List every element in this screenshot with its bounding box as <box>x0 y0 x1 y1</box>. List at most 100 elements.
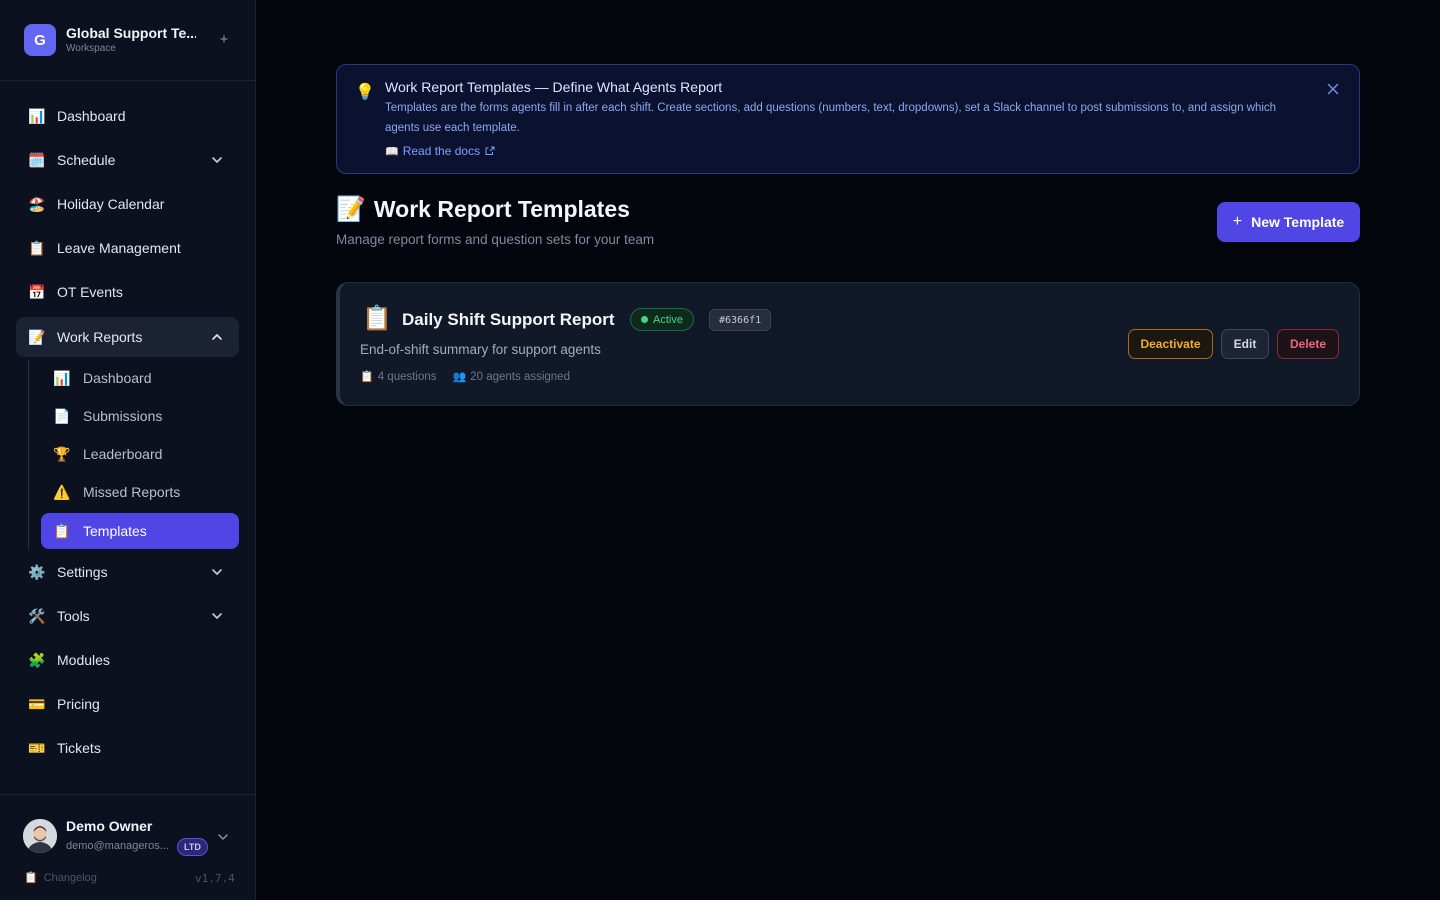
gear-icon: ⚙️ <box>28 563 46 580</box>
workspace-subtitle: Workspace <box>66 43 116 54</box>
subnav-item-templates[interactable]: 📋 Templates <box>41 513 239 549</box>
user-email: demo@manageros... <box>66 840 169 852</box>
nav-item-label: Dashboard <box>57 108 126 124</box>
book-icon: 📖 <box>385 145 399 158</box>
nav-item-pricing[interactable]: 💳 Pricing <box>16 684 239 724</box>
info-banner: 💡 Work Report Templates — Define What Ag… <box>336 64 1360 174</box>
template-name: Daily Shift Support Report <box>402 310 615 329</box>
nav-item-dashboard[interactable]: 📊 Dashboard <box>16 96 239 136</box>
nav-item-label: Pricing <box>57 696 100 712</box>
nav-item-label: OT Events <box>57 284 123 300</box>
date-icon: 📅 <box>28 283 46 300</box>
read-docs-label: Read the docs <box>402 144 481 158</box>
page-subtitle: Manage report forms and question sets fo… <box>336 232 655 247</box>
chevron-down-icon[interactable] <box>215 829 231 845</box>
banner-text: Templates are the forms agents fill in a… <box>385 102 1277 134</box>
workspace-header[interactable]: G Global Support Te... Workspace + <box>0 0 255 81</box>
clipboard-icon: 📋 <box>360 371 374 383</box>
chevron-down-icon <box>209 564 225 580</box>
status-dot-icon <box>641 316 648 323</box>
nav-item-label: Settings <box>57 564 108 580</box>
nav-item-settings[interactable]: ⚙️ Settings <box>16 552 239 592</box>
edit-button[interactable]: Edit <box>1221 329 1269 359</box>
add-workspace-icon[interactable]: + <box>216 31 232 48</box>
avatar[interactable] <box>23 819 57 853</box>
warning-icon: ⚠️ <box>53 483 71 500</box>
credit-card-icon: 💳 <box>28 695 46 712</box>
subnav-item-leaderboard[interactable]: 🏆 Leaderboard <box>41 436 239 472</box>
user-menu[interactable]: Demo Owner demo@manageros... LTD 📋 Chang… <box>0 794 255 900</box>
puzzle-icon: 🧩 <box>28 651 46 668</box>
nav-item-tickets[interactable]: 🎫 Tickets <box>16 728 239 768</box>
template-card[interactable]: 📋 Daily Shift Support Report Active #636… <box>336 282 1360 406</box>
trophy-icon: 🏆 <box>53 445 71 462</box>
agent-count: 20 agents assigned <box>470 370 570 383</box>
app-version: v1.7.4 <box>195 872 235 885</box>
delete-button[interactable]: Delete <box>1277 329 1339 359</box>
nav-item-leave-management[interactable]: 📋 Leave Management <box>16 228 239 268</box>
user-name: Demo Owner <box>66 818 153 834</box>
nav-item-label: Holiday Calendar <box>57 196 165 212</box>
workspace-avatar: G <box>24 24 56 56</box>
status-label: Active <box>653 313 683 326</box>
chart-icon: 📊 <box>28 107 46 124</box>
nav-item-schedule[interactable]: 🗓️ Schedule <box>16 140 239 180</box>
nav-item-label: Modules <box>57 652 110 668</box>
clipboard-icon: 📋 <box>362 305 392 332</box>
subnav-item-submissions[interactable]: 📄 Submissions <box>41 398 239 434</box>
template-meta: 📋 4 questions 👥 20 agents assigned <box>360 370 570 384</box>
external-link-icon <box>485 146 495 155</box>
page-title-text: Work Report Templates <box>373 196 630 222</box>
submenu-guide-line <box>28 360 29 550</box>
question-count: 4 questions <box>377 370 437 383</box>
nav-item-label: Work Reports <box>57 329 143 345</box>
plus-icon: + <box>1232 213 1243 230</box>
color-badge: #6366f1 <box>709 309 772 331</box>
subnav-item-label: Leaderboard <box>83 446 163 462</box>
page-title: 📝 Work Report Templates <box>336 195 630 224</box>
subnav-item-dashboard[interactable]: 📊 Dashboard <box>41 360 239 396</box>
clipboard-icon: 📋 <box>28 239 46 256</box>
subnav-item-label: Templates <box>83 523 147 539</box>
subnav-item-label: Dashboard <box>83 370 152 386</box>
calendar-icon: 🗓️ <box>28 151 46 168</box>
lightbulb-icon: 💡 <box>355 84 375 101</box>
subnav-item-label: Submissions <box>83 408 163 424</box>
template-description: End-of-shift summary for support agents <box>360 342 601 357</box>
document-icon: 📄 <box>53 407 71 424</box>
status-badge: Active <box>630 308 694 331</box>
ticket-icon: 🎫 <box>28 739 46 756</box>
people-icon: 👥 <box>452 371 467 383</box>
workspace-name: Global Support Te... <box>66 25 196 41</box>
chart-icon: 📊 <box>53 369 71 386</box>
subnav-item-label: Missed Reports <box>83 484 181 500</box>
sidebar: G Global Support Te... Workspace + 📊 Das… <box>0 0 256 900</box>
new-template-button[interactable]: + New Template <box>1217 202 1360 242</box>
plan-badge: LTD <box>177 838 208 856</box>
chevron-down-icon <box>209 608 225 624</box>
nav-item-ot-events[interactable]: 📅 OT Events <box>16 272 239 312</box>
clipboard-icon: 📋 <box>24 872 38 884</box>
close-icon[interactable] <box>1325 81 1341 97</box>
clipboard-icon: 📋 <box>53 522 71 539</box>
chevron-down-icon <box>209 152 225 168</box>
beach-icon: 🏖️ <box>28 195 46 212</box>
nav-item-label: Tickets <box>57 740 101 756</box>
new-template-label: New Template <box>1251 214 1345 230</box>
memo-icon: 📝 <box>28 328 46 345</box>
nav-item-work-reports[interactable]: 📝 Work Reports <box>16 317 239 357</box>
memo-icon: 📝 <box>336 196 366 223</box>
nav-item-label: Leave Management <box>57 240 181 256</box>
nav-item-label: Schedule <box>57 152 116 168</box>
read-docs-link[interactable]: 📖 Read the docs <box>385 144 495 158</box>
subnav-item-missed-reports[interactable]: ⚠️ Missed Reports <box>41 474 239 510</box>
banner-title: Work Report Templates — Define What Agen… <box>385 79 723 95</box>
nav-item-modules[interactable]: 🧩 Modules <box>16 640 239 680</box>
chevron-up-icon <box>209 329 225 345</box>
tools-icon: 🛠️ <box>28 607 46 624</box>
deactivate-button[interactable]: Deactivate <box>1128 329 1213 359</box>
nav-item-tools[interactable]: 🛠️ Tools <box>16 596 239 636</box>
nav-item-label: Tools <box>57 608 90 624</box>
changelog-link[interactable]: 📋 Changelog <box>24 871 97 885</box>
nav-item-holiday-calendar[interactable]: 🏖️ Holiday Calendar <box>16 184 239 224</box>
